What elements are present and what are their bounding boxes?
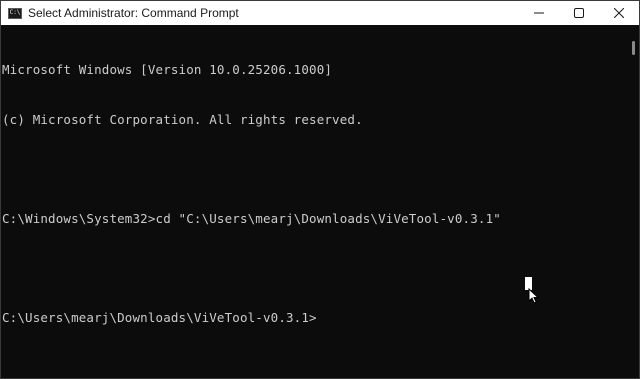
close-button[interactable] — [599, 1, 639, 25]
console-line: (c) Microsoft Corporation. All rights re… — [2, 111, 363, 127]
minimize-button[interactable] — [519, 1, 559, 25]
cmd-icon-glyph: C:\ — [9, 9, 21, 16]
console-line: C:\Windows\System32>cd "C:\Users\mearj\D… — [2, 210, 501, 226]
caption-buttons — [519, 1, 639, 25]
maximize-button[interactable] — [559, 1, 599, 25]
close-icon — [614, 8, 624, 18]
mouse-pointer-icon — [528, 288, 540, 304]
maximize-icon — [574, 8, 584, 18]
title-bar[interactable]: C:\ Select Administrator: Command Prompt — [1, 1, 639, 25]
cmd-icon[interactable]: C:\ — [8, 7, 22, 19]
minimize-icon — [534, 12, 544, 14]
console-output[interactable]: Microsoft Windows [Version 10.0.25206.10… — [2, 29, 622, 378]
window-title: Select Administrator: Command Prompt — [28, 6, 239, 20]
console-line: Microsoft Windows [Version 10.0.25206.10… — [2, 62, 333, 77]
vertical-scrollbar-thumb[interactable] — [632, 41, 635, 55]
console-prompt-line: C:\Users\mearj\Downloads\ViVeTool-v0.3.1… — [2, 309, 317, 325]
command-prompt-window: C:\ Select Administrator: Command Prompt — [0, 0, 640, 379]
